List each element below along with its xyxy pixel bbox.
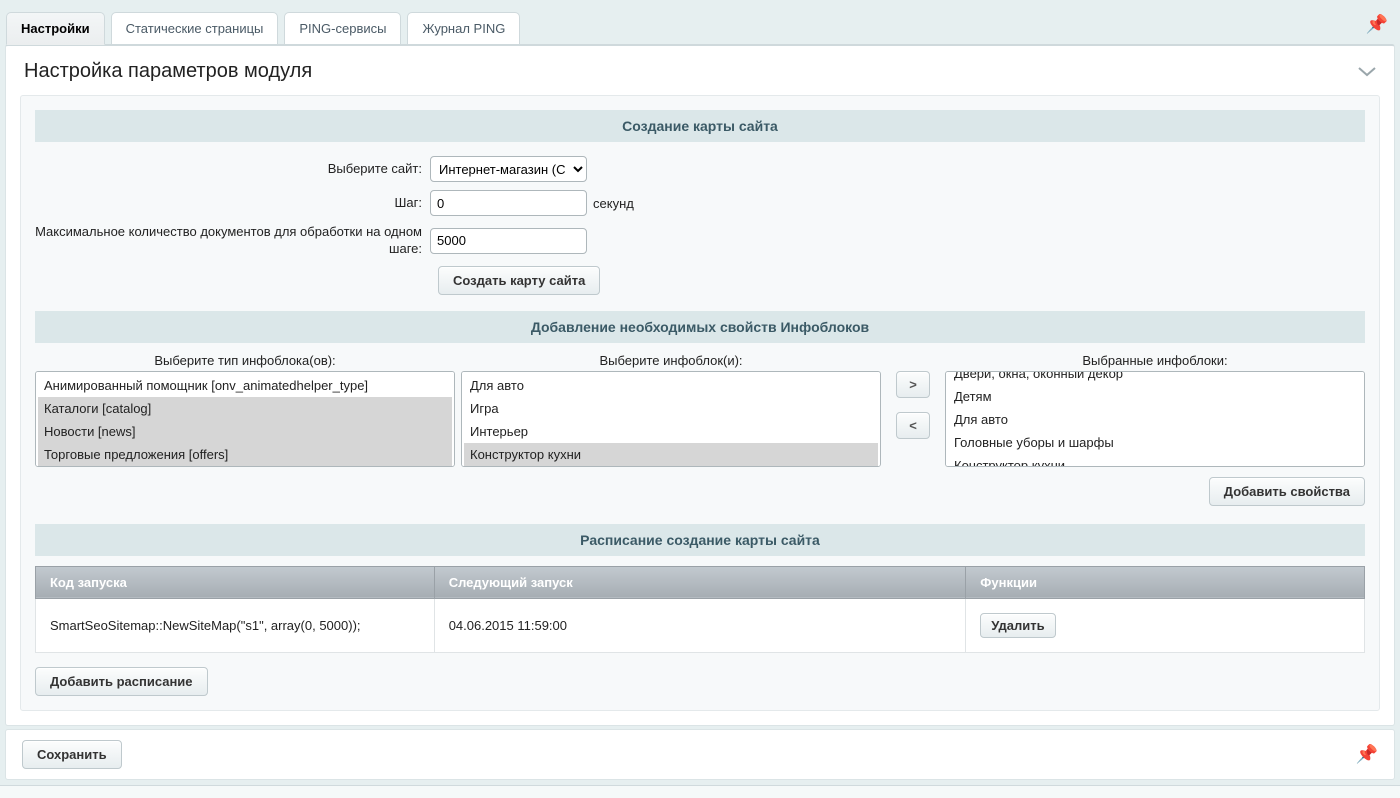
step-label: Шаг: bbox=[35, 195, 430, 212]
col-code: Код запуска bbox=[36, 566, 435, 598]
list-item[interactable]: Новости [news] bbox=[38, 420, 452, 443]
list-item[interactable]: Конструктор кухни bbox=[948, 454, 1362, 467]
pin-icon[interactable]: 📌 bbox=[1366, 14, 1388, 35]
iblock-listbox[interactable]: Для авто Игра Интерьер Конструктор кухни bbox=[461, 371, 881, 467]
save-button[interactable]: Сохранить bbox=[22, 740, 122, 769]
list-item[interactable]: Каталоги [catalog] bbox=[38, 397, 452, 420]
list-item[interactable]: Детям bbox=[948, 385, 1362, 408]
tab-settings[interactable]: Настройки bbox=[6, 12, 105, 45]
cell-func: Удалить bbox=[966, 598, 1365, 652]
main-panel: Настройка параметров модуля Создание кар… bbox=[5, 44, 1395, 726]
page-title: Настройка параметров модуля bbox=[24, 60, 312, 83]
step-unit: секунд bbox=[593, 196, 634, 211]
list-item[interactable]: Торговые предложения [offers] bbox=[38, 443, 452, 466]
add-props-button[interactable]: Добавить свойства bbox=[1209, 477, 1365, 506]
max-docs-input[interactable] bbox=[430, 228, 587, 254]
list-item[interactable]: Двери, окна, оконный декор bbox=[948, 371, 1362, 385]
section-create-sitemap: Создание карты сайта bbox=[35, 110, 1365, 142]
add-schedule-button[interactable]: Добавить расписание bbox=[35, 667, 208, 696]
tab-ping-log[interactable]: Журнал PING bbox=[407, 12, 520, 45]
add-arrow-button[interactable]: > bbox=[896, 371, 930, 398]
section-schedule: Расписание создание карты сайта bbox=[35, 524, 1365, 556]
collapse-panel-icon[interactable] bbox=[1358, 64, 1376, 80]
list-item[interactable]: Для авто bbox=[464, 374, 878, 397]
max-docs-label: Максимальное количество документов для о… bbox=[35, 224, 430, 258]
pin-icon[interactable]: 📌 bbox=[1356, 744, 1378, 765]
list-item[interactable]: Анимированный помощник [onv_animatedhelp… bbox=[38, 374, 452, 397]
tab-static-pages[interactable]: Статические страницы bbox=[111, 12, 279, 45]
list-item[interactable]: Головные уборы и шарфы bbox=[948, 431, 1362, 454]
create-sitemap-button[interactable]: Создать карту сайта bbox=[438, 266, 600, 295]
delete-schedule-button[interactable]: Удалить bbox=[980, 613, 1055, 638]
content-frame: Создание карты сайта Выберите сайт: Инте… bbox=[20, 95, 1380, 711]
type-label: Выберите тип инфоблока(ов): bbox=[35, 353, 455, 368]
selected-listbox[interactable]: Двери, окна, оконный декор Детям Для авт… bbox=[945, 371, 1365, 467]
tab-ping-services[interactable]: PING-сервисы bbox=[284, 12, 401, 45]
section-add-props: Добавление необходимых свойств Инфоблоко… bbox=[35, 311, 1365, 343]
step-input[interactable] bbox=[430, 190, 587, 216]
cell-next: 04.06.2015 11:59:00 bbox=[434, 598, 966, 652]
site-select[interactable]: Интернет-магазин (С bbox=[430, 156, 587, 182]
schedule-table: Код запуска Следующий запуск Функции Sma… bbox=[35, 566, 1365, 653]
selected-label: Выбранные инфоблоки: bbox=[945, 353, 1365, 368]
site-label: Выберите сайт: bbox=[35, 161, 430, 178]
list-item[interactable]: Для авто bbox=[948, 408, 1362, 431]
list-item[interactable]: Игра bbox=[464, 397, 878, 420]
table-row: SmartSeoSitemap::NewSiteMap("s1", array(… bbox=[36, 598, 1365, 652]
cell-code: SmartSeoSitemap::NewSiteMap("s1", array(… bbox=[36, 598, 435, 652]
list-item[interactable]: Конструктор кухни bbox=[464, 443, 878, 466]
col-next: Следующий запуск bbox=[434, 566, 966, 598]
footer-bar: Сохранить 📌 bbox=[5, 729, 1395, 780]
iblock-label: Выберите инфоблок(и): bbox=[461, 353, 881, 368]
type-listbox[interactable]: Анимированный помощник [onv_animatedhelp… bbox=[35, 371, 455, 467]
tab-bar: Настройки Статические страницы PING-серв… bbox=[2, 2, 1398, 44]
col-func: Функции bbox=[966, 566, 1365, 598]
list-item[interactable]: Интерьер bbox=[464, 420, 878, 443]
remove-arrow-button[interactable]: < bbox=[896, 412, 930, 439]
